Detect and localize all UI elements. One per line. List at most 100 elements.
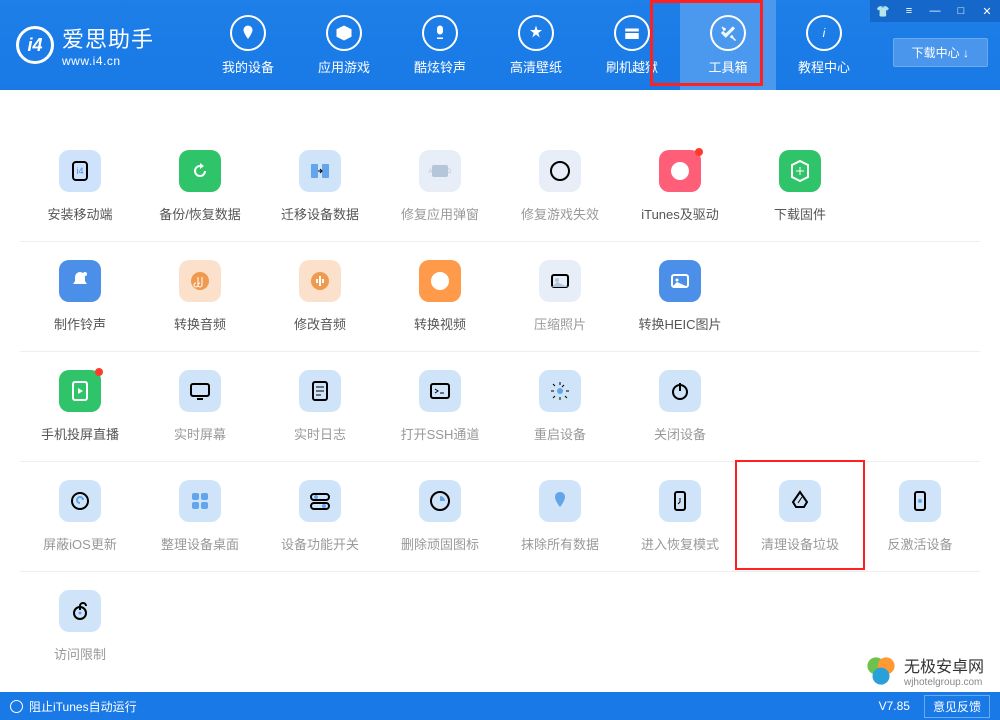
log-icon [299, 370, 341, 412]
tool-item[interactable]: 反激活设备 [860, 480, 980, 553]
firmware-icon [779, 150, 821, 192]
maximize-button[interactable]: □ [948, 0, 974, 22]
tool-item[interactable]: 下载固件 [740, 150, 860, 223]
tool-label: 备份/恢复数据 [159, 204, 241, 223]
tool-item[interactable]: 清理设备垃圾 [740, 480, 860, 553]
nav-item-2[interactable]: 酷炫铃声 [392, 0, 488, 90]
block-icon [59, 480, 101, 522]
tool-item[interactable]: 制作铃声 [20, 260, 140, 333]
tool-row: 屏蔽iOS更新整理设备桌面 设备功能开关 删除顽固图标 抹除所有数据进入恢复模式清理设… [20, 462, 980, 572]
tool-item[interactable]: 转换视频 [380, 260, 500, 333]
tool-label: 反激活设备 [887, 534, 952, 553]
logo-icon: i4 [16, 26, 54, 64]
tool-item[interactable]: 删除顽固图标 [380, 480, 500, 553]
feedback-button[interactable]: 意见反馈 [924, 695, 990, 718]
menu-icon[interactable]: ≡ [896, 0, 922, 22]
tool-label: 转换视频 [414, 314, 466, 333]
tool-label: 实时屏幕 [174, 424, 226, 443]
tool-item[interactable]: 修复游戏失效 [500, 150, 620, 223]
tool-row: 手机投屏直播 实时屏幕 实时日志 打开SSH通道 重启设备关闭设备 [20, 352, 980, 462]
nav-item-4[interactable]: 刷机越狱 [584, 0, 680, 90]
game-icon [539, 150, 581, 192]
tool-label: 整理设备桌面 [161, 534, 239, 553]
app-header: i4 爱思助手 www.i4.cn 我的设备应用游戏酷炫铃声 高清壁纸刷机越狱工具… [0, 0, 1000, 90]
nav-label: 教程中心 [798, 57, 850, 76]
nav-icon [518, 15, 554, 51]
nav-item-5[interactable]: 工具箱 [680, 0, 776, 90]
tool-label: 转换音频 [174, 314, 226, 333]
tool-item[interactable]: 设备功能开关 [260, 480, 380, 553]
photo-icon [539, 260, 581, 302]
tool-item[interactable]: 实时屏幕 [140, 370, 260, 443]
shutdown-icon [659, 370, 701, 412]
tool-label: 转换HEIC图片 [638, 314, 721, 333]
tool-item[interactable]: 实时日志 [260, 370, 380, 443]
nav-item-3[interactable]: 高清壁纸 [488, 0, 584, 90]
erase-icon [539, 480, 581, 522]
minimize-button[interactable]: — [922, 0, 948, 22]
tool-item[interactable]: 关闭设备 [620, 370, 740, 443]
nav-item-1[interactable]: 应用游戏 [296, 0, 392, 90]
tool-item[interactable]: 压缩照片 [500, 260, 620, 333]
tool-item[interactable]: Apple ID 修复应用弹窗 [380, 150, 500, 223]
tool-item[interactable]: 迁移设备数据 [260, 150, 380, 223]
tool-label: 制作铃声 [54, 314, 106, 333]
tool-label: 手机投屏直播 [41, 424, 119, 443]
tool-label: 删除顽固图标 [401, 534, 479, 553]
logo: i4 爱思助手 www.i4.cn [0, 22, 200, 68]
tool-item[interactable]: i4安装移动端 [20, 150, 140, 223]
appleid-icon: Apple ID [419, 150, 461, 192]
tool-item[interactable]: 访问限制 [20, 590, 140, 663]
tool-row: 制作铃声 转换音频 修改音频转换视频 压缩照片转换HEIC图片 [20, 242, 980, 352]
nav-item-0[interactable]: 我的设备 [200, 0, 296, 90]
tool-item[interactable]: 转换HEIC图片 [620, 260, 740, 333]
tool-item[interactable]: 抹除所有数据 [500, 480, 620, 553]
close-button[interactable]: ✕ [974, 0, 1000, 22]
heic-icon [659, 260, 701, 302]
toggle-icon [299, 480, 341, 522]
nav-label: 工具箱 [708, 57, 747, 76]
tool-item[interactable]: 备份/恢复数据 [140, 150, 260, 223]
screen-icon [179, 370, 221, 412]
tool-label: 修复应用弹窗 [401, 204, 479, 223]
tool-item[interactable]: 转换音频 [140, 260, 260, 333]
tool-label: 打开SSH通道 [401, 424, 480, 443]
tool-label: 迁移设备数据 [281, 204, 359, 223]
nav-icon: i [806, 15, 842, 51]
ssh-icon [419, 370, 461, 412]
tool-label: 实时日志 [294, 424, 346, 443]
tshirt-icon[interactable]: 👕 [870, 0, 896, 22]
nav-label: 酷炫铃声 [414, 57, 466, 76]
tool-item[interactable]: iTunes及驱动 [620, 150, 740, 223]
tool-label: 修复游戏失效 [521, 204, 599, 223]
version-label: V7.85 [879, 699, 910, 713]
tool-label: 安装移动端 [47, 204, 112, 223]
tool-item[interactable]: 手机投屏直播 [20, 370, 140, 443]
app-title: 爱思助手 [62, 22, 154, 54]
tool-label: 设备功能开关 [281, 534, 359, 553]
watermark-logo-icon [864, 654, 898, 688]
tool-label: 关闭设备 [654, 424, 706, 443]
tool-item[interactable]: 打开SSH通道 [380, 370, 500, 443]
download-center-button[interactable]: 下载中心 ↓ [893, 38, 988, 67]
itunes-block-label[interactable]: 阻止iTunes自动运行 [29, 698, 137, 715]
migrate-icon [299, 150, 341, 192]
watermark-url: wjhotelgroup.com [904, 677, 984, 688]
nav-icon [326, 15, 362, 51]
tool-label: 清理设备垃圾 [761, 534, 839, 553]
nav-item-6[interactable]: i 教程中心 [776, 0, 872, 90]
tool-grid: i4安装移动端备份/恢复数据 迁移设备数据 Apple ID 修复应用弹窗 修复游戏失效… [0, 90, 1000, 678]
tool-item[interactable]: 进入恢复模式 [620, 480, 740, 553]
tool-label: 访问限制 [54, 644, 106, 663]
delicon-icon [419, 480, 461, 522]
tool-item[interactable]: 修改音频 [260, 260, 380, 333]
tool-item[interactable]: 整理设备桌面 [140, 480, 260, 553]
notification-dot [695, 148, 703, 156]
nav-icon [710, 15, 746, 51]
tool-item[interactable]: 重启设备 [500, 370, 620, 443]
tool-item[interactable]: 屏蔽iOS更新 [20, 480, 140, 553]
svg-text:Apple ID: Apple ID [428, 169, 452, 175]
nav-bar: 我的设备应用游戏酷炫铃声 高清壁纸刷机越狱工具箱 i 教程中心 [200, 0, 872, 90]
window-controls: 👕 ≡ — □ ✕ [870, 0, 1000, 22]
nav-icon [614, 15, 650, 51]
